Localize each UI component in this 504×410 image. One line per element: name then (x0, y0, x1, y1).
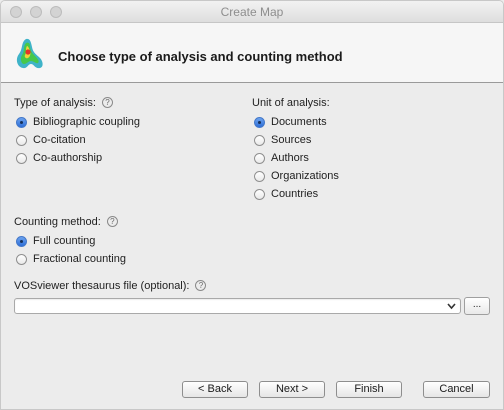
radio-button-selected[interactable] (16, 116, 27, 128)
radio-co-citation[interactable]: Co-citation (16, 132, 86, 148)
cancel-button[interactable]: Cancel (423, 381, 490, 398)
help-icon[interactable]: ? (195, 280, 207, 291)
chevron-down-icon[interactable] (446, 300, 457, 312)
title-bar: Create Map (1, 1, 503, 23)
radio-button[interactable] (254, 170, 265, 182)
browse-button[interactable]: ... (464, 297, 490, 315)
radio-sources[interactable]: Sources (254, 132, 311, 148)
radio-authors[interactable]: Authors (254, 150, 309, 166)
help-icon[interactable]: ? (106, 216, 118, 227)
page-title: Choose type of analysis and counting met… (58, 49, 343, 64)
radio-countries[interactable]: Countries (254, 186, 318, 202)
radio-button[interactable] (16, 253, 27, 265)
radio-button[interactable] (16, 134, 27, 146)
vosviewer-logo-icon (16, 38, 43, 69)
back-button[interactable]: < Back (182, 381, 248, 398)
radio-full-counting[interactable]: Full counting (16, 233, 95, 249)
radio-bibliographic-coupling[interactable]: Bibliographic coupling (16, 114, 140, 130)
radio-button[interactable] (254, 152, 265, 164)
radio-documents[interactable]: Documents (254, 114, 327, 130)
radio-button-selected[interactable] (254, 116, 265, 128)
next-button[interactable]: Next > (259, 381, 325, 398)
radio-button[interactable] (16, 152, 27, 164)
thesaurus-file-combobox[interactable] (14, 298, 461, 314)
radio-co-authorship[interactable]: Co-authorship (16, 150, 102, 166)
radio-button[interactable] (254, 188, 265, 200)
radio-button-selected[interactable] (16, 235, 27, 247)
type-of-analysis-label: Type of analysis:? (14, 97, 113, 109)
radio-button[interactable] (254, 134, 265, 146)
unit-of-analysis-label: Unit of analysis: (252, 97, 330, 109)
window-title: Create Map (220, 5, 284, 19)
counting-method-label: Counting method:? (14, 216, 118, 228)
radio-fractional-counting[interactable]: Fractional counting (16, 251, 126, 267)
radio-organizations[interactable]: Organizations (254, 168, 339, 184)
create-map-dialog: Create Map Choose type of analysis and c… (0, 0, 504, 410)
finish-button[interactable]: Finish (336, 381, 402, 398)
thesaurus-file-label: VOSviewer thesaurus file (optional):? (14, 280, 207, 292)
help-icon[interactable]: ? (101, 97, 113, 108)
dialog-header: Choose type of analysis and counting met… (1, 23, 503, 83)
